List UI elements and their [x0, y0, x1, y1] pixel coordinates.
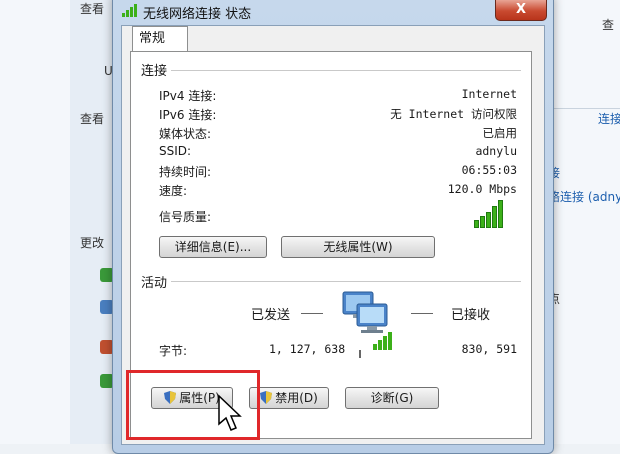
signal-bar: [498, 200, 503, 228]
speed-value: 120.0 Mbps: [447, 182, 517, 196]
signal-bar: [492, 206, 497, 228]
media-state-label: 媒体状态:: [159, 127, 212, 141]
network-computers-icon: [342, 291, 392, 358]
sent-bytes-value: 1, 127, 638: [269, 342, 346, 356]
mouse-cursor-icon: [218, 394, 242, 431]
received-bytes-value: 830, 591: [461, 342, 517, 356]
ssid-label: SSID:: [159, 144, 192, 158]
background-divider: [545, 108, 620, 109]
bytes-label: 字节:: [159, 344, 188, 358]
close-button[interactable]: X: [495, 0, 547, 21]
ipv6-label: IPv6 连接:: [159, 108, 217, 122]
connection-group-title: 连接: [141, 60, 172, 79]
received-label: 已接收: [451, 308, 491, 323]
signal-bar: [480, 216, 485, 228]
background-text: 更改: [80, 236, 105, 250]
disable-button[interactable]: 禁用(D): [249, 387, 329, 409]
signal-bar: [474, 220, 479, 228]
activity-group-title: 活动: [141, 272, 172, 291]
duration-value: 06:55:03: [461, 163, 517, 177]
wireless-properties-button[interactable]: 无线属性(W): [281, 236, 435, 258]
title-bar[interactable]: 无线网络连接 状态 X: [113, 0, 553, 23]
background-link[interactable]: 查: [602, 16, 614, 33]
ipv4-value: Internet: [461, 87, 517, 101]
disable-button-label: 禁用(D): [275, 391, 318, 405]
background-link[interactable]: 连接: [598, 110, 620, 127]
uac-shield-icon: [260, 391, 273, 404]
details-button[interactable]: 详细信息(E)...: [159, 236, 267, 258]
sent-dash: [301, 313, 323, 314]
diagnose-button[interactable]: 诊断(G): [345, 387, 439, 409]
received-dash: [411, 313, 433, 314]
duration-label: 持续时间:: [159, 165, 212, 179]
background-text: 查看: [80, 112, 105, 126]
tab-general[interactable]: 常规: [132, 26, 188, 52]
background-text: 查看: [80, 2, 105, 16]
dialog-title: 无线网络连接 状态: [143, 7, 252, 22]
wifi-signal-icon: [122, 4, 137, 17]
ipv4-label: IPv4 连接:: [159, 89, 217, 103]
sent-label: 已发送: [251, 308, 291, 323]
ssid-value: adnylu: [475, 144, 517, 158]
background-link[interactable]: 络连接 (adny: [548, 188, 620, 205]
ipv6-value: 无 Internet 访问权限: [390, 107, 517, 121]
speed-label: 速度:: [159, 184, 188, 198]
signal-bar: [486, 212, 491, 228]
activity-group-line: [141, 281, 521, 282]
signal-quality-label: 信号质量:: [159, 210, 212, 224]
media-state-value: 已启用: [482, 126, 518, 140]
connection-group-line: [141, 70, 521, 71]
